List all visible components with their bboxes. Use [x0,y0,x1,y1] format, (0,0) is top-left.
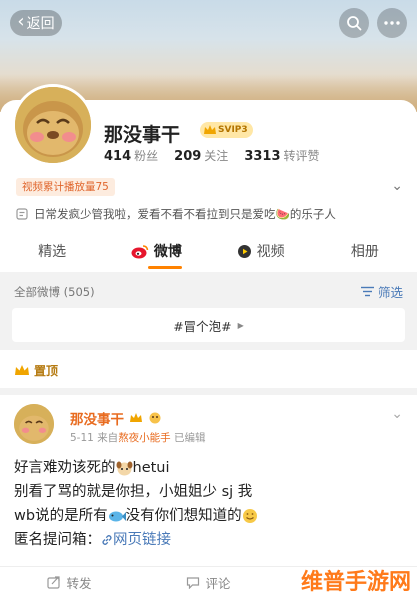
profile-bio: 日常发疯少管我啦，爱看不看不看拉到只是爱吃🍉的乐子人 [16,206,336,222]
all-weibo-count: 全部微博 (505) [14,285,95,299]
avatar-image [15,87,91,163]
dog-emoji-icon [116,461,132,475]
tab-featured[interactable]: 精选 [0,236,104,266]
tab-label: 视频 [256,244,285,260]
tab-video[interactable]: 视频 [209,236,313,266]
back-label: 返回 [26,16,55,32]
profile-stats: 414 粉丝 209 关注 3313 转评赞 [104,147,320,164]
filter-button[interactable]: 筛选 [360,282,403,301]
post-date: 5-11 [70,432,94,444]
tab-label: 微博 [153,244,182,260]
post-source[interactable]: 熬夜小能手 [118,432,171,444]
post-line: wb说的是所有 没有你们想知道的 [14,504,404,528]
filter-label: 筛选 [377,285,403,300]
comment-button[interactable]: 评论 [139,567,278,593]
active-tab-indicator [148,266,182,269]
back-button[interactable]: ‹ 返回 [10,10,62,36]
post-line-text: wb说的是所有 [14,508,108,524]
profile-tabs: 精选 微博 视频 相册 [0,236,417,266]
video-icon [237,244,251,258]
crown-icon [15,365,29,375]
more-icon [384,21,400,25]
comment-icon [187,576,200,589]
vip-crown-icon [130,413,142,422]
stat-value: 209 [174,149,202,164]
profile-name: 那没事干 [104,124,181,146]
filter-icon [360,286,374,297]
web-link[interactable]: 网页链接 [101,532,171,548]
post-line: 别看了骂的就是你担，小姐姐少 sj 我 [14,484,253,500]
pinned-text: 置顶 [34,364,59,378]
chevron-left-icon: ‹ [17,11,25,32]
vip-badge[interactable]: SVIP3 [200,122,253,138]
search-button[interactable] [339,8,369,38]
crown-icon [204,125,216,134]
stat-label: 转评赞 [283,149,320,163]
bio-text: 日常发疯少管我啦，爱看不看不看拉到只是爱吃🍉的乐子人 [34,207,336,221]
chevron-down-icon[interactable]: ⌄ [391,406,403,422]
vip-badge-label: SVIP3 [218,125,248,135]
repost-button[interactable]: 转发 [0,567,139,593]
search-icon [347,16,362,31]
tab-weibo[interactable]: 微博 [104,236,208,266]
stat-value: 3313 [244,149,281,164]
post-line: 匿名提问箱： 网页链接 [14,528,404,552]
avatar[interactable] [12,84,94,166]
fan-badge-icon [149,412,161,424]
weibo-icon [131,244,149,258]
topic-label: #冒个泡# [173,318,232,334]
watermark-text: 维普手游网 [300,570,411,595]
stat-label: 关注 [204,149,229,163]
web-link-label: 网页链接 [113,532,171,548]
link-icon [102,535,112,545]
post-body: 好言难劝该死的 hetui 别看了骂的就是你担，小姐姐少 sj 我 wb说的是所有… [14,456,404,552]
repost-label: 转发 [66,575,92,591]
stat-followers[interactable]: 414 粉丝 [104,147,158,164]
post-line-tail: hetui [132,460,170,476]
post-line-text: 匿名提问箱： [14,532,101,548]
post-author[interactable]: 那没事干 [70,408,162,428]
bio-icon [16,208,28,220]
chevron-down-icon[interactable]: ⌄ [391,178,403,194]
pinned-label: 置顶 [14,362,58,379]
post-line-tail: 没有你们想知道的 [125,508,242,524]
post-author-name: 那没事干 [70,412,124,428]
post-line: 好言难劝该死的 hetui [14,456,404,480]
section-divider [0,388,417,395]
fish-emoji-icon [108,511,126,521]
tab-album[interactable]: 相册 [313,236,417,266]
stat-value: 414 [104,149,132,164]
stat-interactions[interactable]: 3313 转评赞 [244,147,319,164]
video-plays-tag: 视频累计播放量75 [16,178,115,196]
post-source-prefix: 来自 [97,432,119,444]
comment-label: 评论 [205,575,231,591]
post-meta: 5-11 来自熬夜小能手 已编辑 [70,430,206,445]
tab-label: 精选 [38,244,67,260]
post-avatar-image [14,404,54,444]
smile-emoji-icon [242,509,257,523]
topic-button[interactable]: #冒个泡# ▶ [12,308,405,342]
repost-icon [47,575,61,589]
stat-following[interactable]: 209 关注 [174,147,228,164]
tab-label: 相册 [350,244,379,260]
site-watermark: 维普手游网 [301,564,411,596]
post-edited: 已编辑 [174,432,206,444]
more-button[interactable] [377,8,407,38]
triangle-right-icon: ▶ [237,320,244,330]
post-avatar[interactable] [14,404,54,444]
stat-label: 粉丝 [134,149,159,163]
post-line-text: 好言难劝该死的 [14,460,116,476]
